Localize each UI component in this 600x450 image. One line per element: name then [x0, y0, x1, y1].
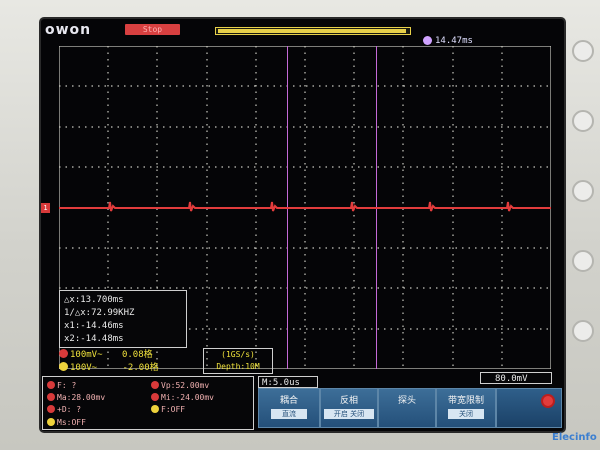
menu-blank-button[interactable] [496, 388, 562, 428]
info-dot-icon [151, 405, 159, 413]
cursor-inverse: 1/△x:72.99KHZ [64, 308, 135, 318]
info-fstate: F:OFF [151, 404, 185, 415]
info-dot-icon [151, 393, 159, 401]
cursor-x1: x1:-14.46ms [64, 321, 124, 331]
side-button-5[interactable] [572, 320, 594, 342]
ch2-offset: -2.00格 [122, 363, 159, 373]
timebase-readout[interactable]: M:5.0us [258, 376, 318, 388]
ch1-volts-div: 100mV~ [70, 350, 103, 360]
measurement-info-panel: F: ? Vp:52.00mv Ma:28.00mv Mi:-24.00mv +… [42, 376, 254, 430]
ch2-scale-row[interactable]: 100V~ -2.00格 [59, 362, 159, 374]
info-dot-icon [47, 393, 55, 401]
cursor-x2: x2:-14.48ms [64, 334, 124, 344]
brand-logo: owon [45, 22, 92, 38]
info-vp: Vp:52.00mv [151, 380, 209, 391]
info-max: Ma:28.00mv [47, 392, 105, 403]
side-button-3[interactable] [572, 180, 594, 202]
cursor-delta: △x:13.700ms [64, 295, 124, 305]
memory-position-fill [218, 29, 407, 33]
side-button-2[interactable] [572, 110, 594, 132]
info-dot-icon [47, 405, 55, 413]
menu-coupling-button[interactable]: 耦合 直流 [258, 388, 320, 428]
ch2-volts-div: 100V~ [70, 363, 98, 373]
watermark-text: Elecinfo [552, 432, 597, 443]
cursor-measurement-box: △x:13.700ms 1/△x:72.99KHZ x1:-14.46ms x2… [59, 290, 187, 348]
info-duty: +D: ? [47, 404, 81, 415]
ch1-trace-path [59, 201, 551, 212]
trigger-level-readout[interactable]: 80.0mV [480, 372, 552, 384]
memory-position-bar [215, 27, 411, 35]
ch1-scale-row[interactable]: 100mV~ 0.08格 [59, 349, 153, 361]
trigger-status-badge: Stop [125, 24, 180, 35]
sample-rate: (1GS/s) [221, 350, 255, 359]
info-ms: Ms:OFF [47, 417, 86, 428]
acquisition-box: (1GS/s) Depth:10M [203, 348, 273, 374]
info-dot-icon [47, 381, 55, 389]
ch1-offset: 0.08格 [121, 350, 153, 360]
info-dot-icon [151, 381, 159, 389]
info-min: Mi:-24.00mv [151, 392, 214, 403]
soft-menu: 耦合 直流 反相 开启 关闭 探头 带宽限制 关闭 [258, 388, 562, 428]
memory-depth: Depth:10M [216, 362, 260, 371]
h-position-readout: 14.47ms [435, 36, 473, 46]
side-button-column [566, 30, 600, 450]
menu-probe-button[interactable]: 探头 [378, 388, 436, 428]
ch1-dot-icon [59, 349, 68, 358]
side-button-4[interactable] [572, 250, 594, 272]
menu-bandwidth-button[interactable]: 带宽限制 关闭 [436, 388, 496, 428]
info-frequency: F: ? [47, 380, 76, 391]
menu-invert-button[interactable]: 反相 开启 关闭 [320, 388, 378, 428]
ch2-dot-icon [59, 362, 68, 371]
power-indicator-icon[interactable] [541, 394, 555, 408]
side-button-1[interactable] [572, 40, 594, 62]
ch1-level-marker[interactable]: 1 [41, 203, 50, 213]
info-dot-icon [47, 418, 55, 426]
